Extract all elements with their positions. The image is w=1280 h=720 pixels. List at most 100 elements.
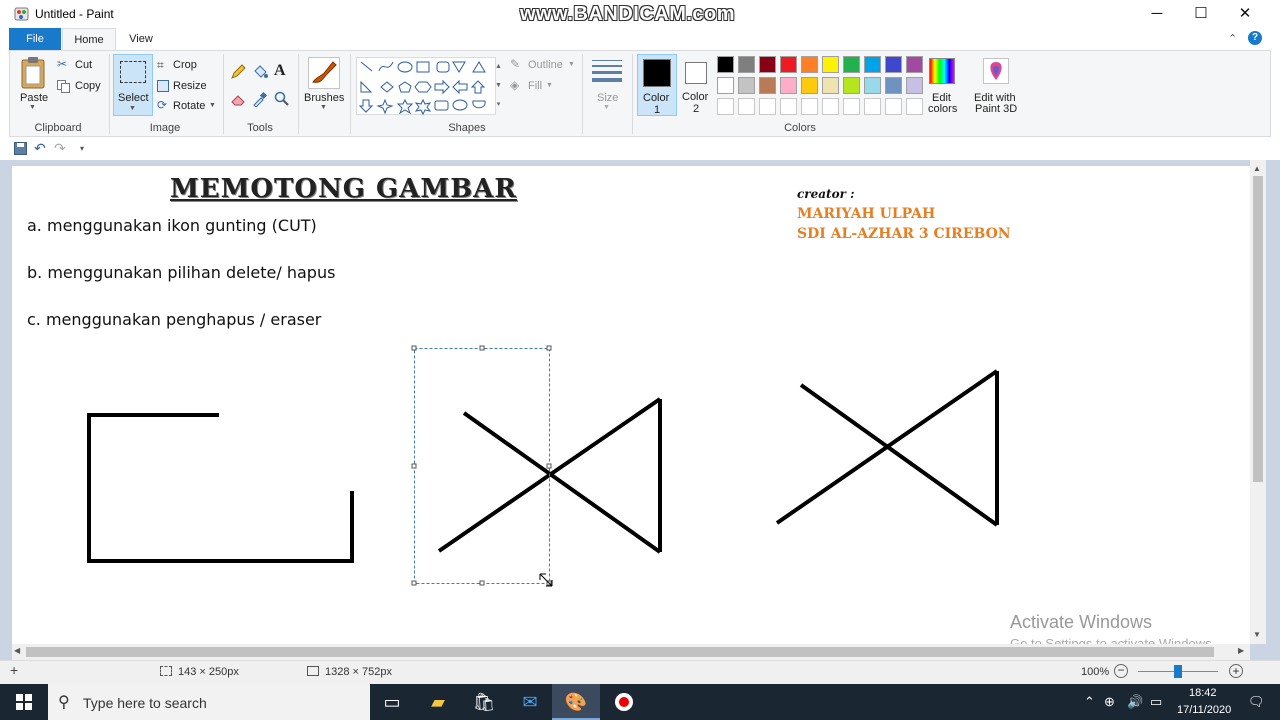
palette-swatch[interactable] — [885, 77, 902, 94]
edit-with-paint3d-button[interactable]: Edit with Paint 3D — [968, 54, 1024, 116]
palette-swatch[interactable] — [759, 77, 776, 94]
custom-color-slot[interactable] — [801, 98, 818, 115]
help-icon[interactable]: ? — [1248, 31, 1262, 45]
crop-button[interactable]: ⌗ Crop — [157, 58, 217, 74]
zoom-slider-thumb[interactable] — [1174, 665, 1182, 678]
shapes-gallery[interactable] — [356, 57, 496, 116]
network-icon[interactable]: ⊕ — [1104, 684, 1115, 720]
custom-color-slot[interactable] — [864, 98, 881, 115]
palette-swatch[interactable] — [738, 77, 755, 94]
tab-view[interactable]: View — [118, 28, 164, 50]
canvas-size: 1328 × 752px — [325, 666, 392, 678]
color1-button[interactable]: Color 1 — [637, 54, 677, 116]
custom-color-slot[interactable] — [738, 98, 755, 115]
maximize-button[interactable]: ☐ — [1178, 0, 1224, 28]
palette-swatch[interactable] — [780, 56, 797, 73]
redo-button[interactable]: ↷ — [54, 140, 66, 157]
palette-swatch[interactable] — [759, 56, 776, 73]
chevron-down-icon: ▾ — [80, 144, 85, 153]
zoom-slider[interactable] — [1138, 665, 1218, 678]
zoom-out-button[interactable]: − — [1114, 664, 1128, 678]
close-button[interactable]: ✕ — [1222, 0, 1268, 28]
palette-swatch[interactable] — [906, 77, 923, 94]
size-button[interactable]: Size ▼ — [588, 54, 626, 116]
palette-swatch[interactable] — [885, 56, 902, 73]
scroll-left-icon[interactable]: ◀ — [14, 646, 20, 655]
custom-color-slot[interactable] — [906, 98, 923, 115]
file-explorer-button[interactable]: ▰ — [414, 684, 462, 720]
ribbon-divider — [223, 54, 224, 134]
tray-overflow-icon[interactable]: ⌃ — [1084, 684, 1095, 720]
scroll-up-icon[interactable]: ▲ — [1253, 164, 1261, 173]
palette-swatch[interactable] — [717, 56, 734, 73]
palette-swatch[interactable] — [864, 56, 881, 73]
store-button[interactable]: 🛍 — [460, 684, 508, 720]
palette-swatch[interactable] — [801, 56, 818, 73]
scroll-right-icon[interactable]: ▶ — [1238, 646, 1244, 655]
paste-button[interactable]: Paste ▼ — [16, 54, 52, 116]
custom-color-slot[interactable] — [717, 98, 734, 115]
palette-swatch[interactable] — [822, 77, 839, 94]
resize-icon — [157, 80, 169, 92]
palette-swatch[interactable] — [864, 77, 881, 94]
tab-file[interactable]: File — [9, 28, 61, 50]
custom-color-slot[interactable] — [822, 98, 839, 115]
palette-swatch[interactable] — [717, 77, 734, 94]
bandicam-button[interactable] — [600, 684, 648, 720]
pencil-tool[interactable] — [230, 64, 246, 80]
cut-button[interactable]: ✂ Cut — [57, 57, 117, 74]
eraser-tool[interactable] — [230, 91, 246, 107]
rotate-button[interactable]: ⟳ Rotate ▼ — [157, 98, 219, 115]
outline-button[interactable]: ✎ Outline ▼ — [510, 57, 576, 74]
fill-tool[interactable] — [252, 64, 268, 80]
palette-swatch[interactable] — [822, 56, 839, 73]
minimize-button[interactable]: ─ — [1134, 0, 1180, 28]
redo-icon: ↷ — [54, 140, 66, 156]
palette-swatch[interactable] — [738, 56, 755, 73]
custom-color-slot[interactable] — [780, 98, 797, 115]
clock-time[interactable]: 18:42 — [1189, 687, 1217, 699]
color2-button[interactable]: Color 2 — [680, 54, 714, 116]
scroll-down-icon[interactable]: ▼ — [1253, 630, 1261, 639]
start-button[interactable] — [0, 684, 48, 720]
text-tool[interactable]: A — [274, 62, 290, 80]
palette-swatch[interactable] — [801, 77, 818, 94]
custom-color-slot[interactable] — [759, 98, 776, 115]
clock-date[interactable]: 17/11/2020 — [1177, 704, 1231, 716]
palette-swatch[interactable] — [780, 77, 797, 94]
vertical-scrollbar[interactable]: ▲ ▼ — [1250, 160, 1266, 644]
palette-swatch[interactable] — [843, 77, 860, 94]
save-button[interactable] — [14, 142, 27, 155]
tab-home[interactable]: Home — [62, 28, 116, 50]
task-view-button[interactable]: ▭ — [368, 684, 416, 720]
customize-qat-button[interactable]: ▾ — [80, 144, 84, 153]
drawing-canvas[interactable]: MEMOTONG GAMBAR a. menggunakan ikon gunt… — [12, 166, 1250, 651]
horizontal-scrollbar[interactable]: ◀ ▶ — [12, 644, 1250, 660]
resize-button[interactable]: Resize — [157, 79, 217, 95]
zoom-in-button[interactable]: + — [1229, 664, 1243, 678]
paste-icon — [20, 57, 46, 89]
paint-taskbar-button[interactable]: 🎨 — [552, 684, 600, 720]
horizontal-scroll-thumb[interactable] — [26, 647, 1214, 657]
notifications-icon[interactable]: 🗨 — [1248, 684, 1265, 720]
palette-swatch[interactable] — [906, 56, 923, 73]
custom-color-slot[interactable] — [885, 98, 902, 115]
mail-button[interactable]: ✉ — [506, 684, 554, 720]
battery-icon[interactable]: ▭ — [1150, 684, 1162, 720]
brushes-button[interactable]: Brushes ▼ — [303, 54, 345, 116]
shapes-scroll[interactable]: ▲ ▼ ▾ — [494, 57, 503, 115]
volume-icon[interactable]: 🔊 — [1127, 684, 1143, 720]
color-picker-tool[interactable] — [252, 91, 268, 108]
undo-icon: ↶ — [34, 140, 46, 156]
custom-color-slot[interactable] — [843, 98, 860, 115]
undo-button[interactable]: ↶ — [34, 140, 46, 157]
palette-swatch[interactable] — [843, 56, 860, 73]
magnifier-tool[interactable] — [274, 91, 290, 107]
taskbar-search-box[interactable]: ⚲ Type here to search — [48, 684, 370, 720]
edit-colors-button[interactable]: Edit colors — [925, 54, 961, 116]
fill-button[interactable]: ◈ Fill ▼ — [510, 78, 560, 95]
copy-button[interactable]: Copy — [57, 79, 117, 95]
select-button[interactable]: Select ▼ — [113, 54, 153, 116]
vertical-scroll-thumb[interactable] — [1253, 176, 1263, 482]
collapse-ribbon-icon[interactable]: ⌃ — [1228, 32, 1237, 45]
